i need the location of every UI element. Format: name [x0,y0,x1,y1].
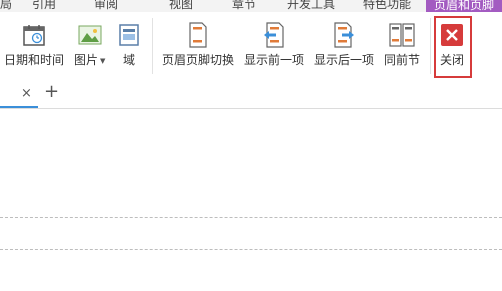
picture-label-text: 图片 [74,53,99,67]
document-page[interactable] [0,109,502,291]
menu-tab-layout[interactable]: 局 [0,0,12,12]
same-as-previous-icon [389,20,415,50]
ribbon-separator [430,18,431,74]
date-time-button[interactable]: 日期和时间 [4,20,64,67]
footer-boundary-line [0,249,502,250]
menu-tab-developer[interactable]: 开发工具 [287,0,335,12]
picture-label: 图片 ▼ [74,53,105,68]
field-button[interactable]: 域 [118,20,140,67]
show-next-icon [332,20,356,50]
document-tab-bar: × + [0,80,502,109]
menu-tab-review[interactable]: 审阅 [94,0,118,12]
header-footer-switch-label: 页眉页脚切换 [162,53,235,67]
same-as-previous-button[interactable]: 同前节 [384,20,420,67]
ribbon-toolbar: 日期和时间 图片 ▼ 域 页眉页脚切换 显示前一项 显示后一项 同前节 关闭 [0,12,502,80]
field-label: 域 [122,53,135,67]
show-previous-label: 显示前一项 [244,53,305,67]
close-header-footer-button[interactable]: 关闭 [440,20,464,67]
document-tab[interactable]: × [0,82,38,108]
header-boundary-line [0,217,502,218]
menu-tab-view[interactable]: 视图 [169,0,193,12]
new-tab-plus-icon[interactable]: + [44,83,59,101]
menu-tab-header-footer[interactable]: 页眉和页脚 [426,0,502,12]
header-footer-switch-icon [187,20,209,50]
same-as-previous-label: 同前节 [384,53,421,67]
close-icon [440,20,464,50]
tab-close-icon[interactable]: × [21,86,32,102]
menu-bar: 局 引用 审阅 视图 章节 开发工具 特色功能 页眉和页脚 [0,0,502,12]
show-previous-icon [262,20,286,50]
dropdown-arrow-icon: ▼ [100,56,106,65]
picture-button[interactable]: 图片 ▼ [74,20,105,68]
header-footer-switch-button[interactable]: 页眉页脚切换 [162,20,234,67]
menu-tab-references[interactable]: 引用 [32,0,56,12]
calendar-icon [22,20,46,50]
date-time-label: 日期和时间 [4,53,65,67]
close-label: 关闭 [440,53,465,67]
menu-tab-features[interactable]: 特色功能 [363,0,411,12]
show-next-button[interactable]: 显示后一项 [314,20,374,67]
field-icon [118,20,140,50]
show-next-label: 显示后一项 [314,53,375,67]
show-previous-button[interactable]: 显示前一项 [244,20,304,67]
ribbon-separator [152,18,153,74]
picture-icon [78,20,102,50]
menu-tab-section[interactable]: 章节 [232,0,256,12]
